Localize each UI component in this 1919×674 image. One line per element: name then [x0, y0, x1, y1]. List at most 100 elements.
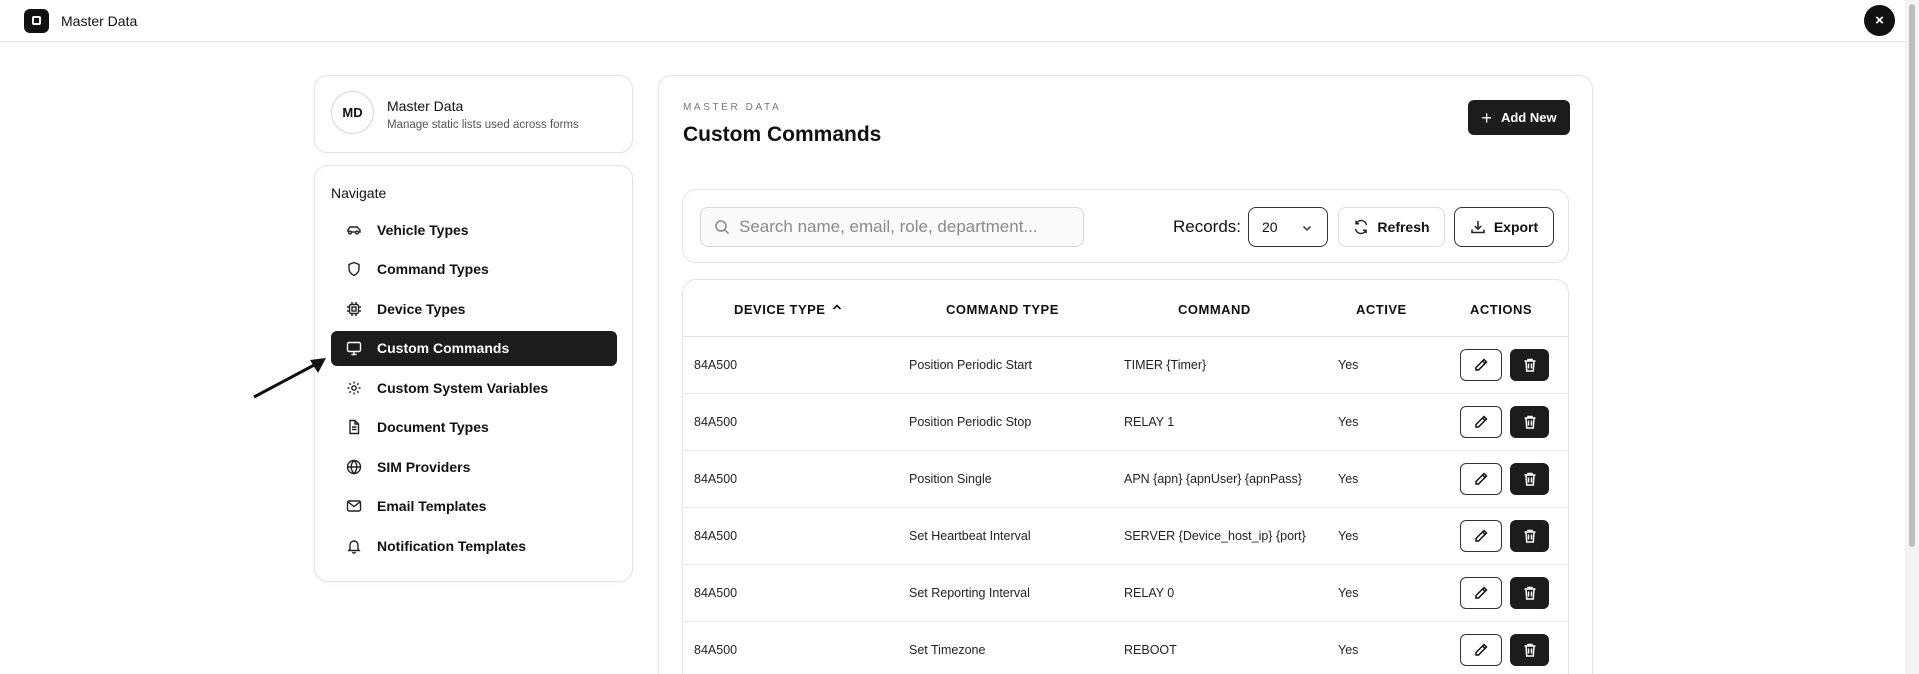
edit-button[interactable] — [1460, 349, 1502, 381]
profile-card: MD Master Data Manage static lists used … — [314, 75, 633, 153]
table-row: 84A500 Position Periodic Stop RELAY 1 Ye… — [683, 394, 1568, 451]
pencil-icon — [1475, 472, 1488, 485]
nav-card: Navigate Vehicle Types Command Types Dev… — [314, 165, 633, 582]
pencil-icon — [1475, 358, 1488, 371]
cell-command: TIMER {Timer} — [1124, 358, 1207, 372]
edit-button[interactable] — [1460, 634, 1502, 666]
nav-list: Vehicle Types Command Types Device Types… — [331, 212, 617, 568]
cell-command-type: Position Periodic Start — [909, 358, 1032, 372]
page-title: Custom Commands — [683, 123, 882, 146]
cell-command: REBOOT — [1124, 643, 1177, 657]
main-panel: MASTER DATA Custom Commands + Add New Re… — [658, 75, 1593, 674]
download-icon — [1471, 221, 1485, 234]
trash-icon — [1524, 472, 1535, 486]
header-device-type[interactable]: DEVICE TYPE — [734, 302, 825, 317]
toolbar: Records: 20 Refresh Export — [682, 189, 1569, 263]
nav-item-custom-system-variables[interactable]: Custom System Variables — [331, 370, 617, 405]
chip-icon — [346, 301, 362, 317]
sort-ascending-icon[interactable] — [831, 301, 843, 313]
monitor-icon — [346, 340, 362, 356]
profile-description: Manage static lists used across forms — [387, 119, 579, 131]
cell-active: Yes — [1338, 472, 1359, 486]
nav-item-label: SIM Providers — [377, 458, 471, 475]
nav-item-label: Custom System Variables — [377, 379, 549, 396]
commands-table: DEVICE TYPE COMMAND TYPE COMMAND ACTIVE … — [682, 279, 1569, 674]
header-actions: ACTIONS — [1470, 302, 1532, 317]
cell-active: Yes — [1338, 415, 1359, 429]
gear-icon — [346, 380, 362, 396]
header-command: COMMAND — [1178, 302, 1251, 317]
table-row: 84A500 Set Heartbeat Interval SERVER {De… — [683, 508, 1568, 565]
delete-button[interactable] — [1510, 577, 1549, 609]
cell-command-type: Position Single — [909, 472, 992, 486]
pencil-icon — [1475, 643, 1488, 656]
cell-device-type: 84A500 — [694, 586, 738, 600]
edit-button[interactable] — [1460, 577, 1502, 609]
cell-command-type: Set Heartbeat Interval — [909, 529, 1031, 543]
cell-command-type: Set Reporting Interval — [909, 586, 1030, 600]
mail-icon — [346, 498, 362, 514]
cell-device-type: 84A500 — [694, 472, 738, 486]
delete-button[interactable] — [1510, 634, 1549, 666]
records-value: 20 — [1262, 219, 1278, 235]
export-label: Export — [1493, 219, 1539, 235]
nav-item-command-types[interactable]: Command Types — [331, 252, 617, 287]
cell-command-type: Set Timezone — [909, 643, 986, 657]
nav-item-sim-providers[interactable]: SIM Providers — [331, 449, 617, 484]
search-box[interactable] — [700, 207, 1084, 247]
delete-button[interactable] — [1510, 520, 1549, 552]
pencil-icon — [1475, 415, 1488, 428]
cell-command: RELAY 0 — [1124, 586, 1175, 600]
nav-item-email-templates[interactable]: Email Templates — [331, 489, 617, 524]
nav-item-custom-commands[interactable]: Custom Commands — [331, 330, 617, 366]
nav-item-document-types[interactable]: Document Types — [331, 410, 617, 445]
table-header: DEVICE TYPE COMMAND TYPE COMMAND ACTIVE … — [683, 280, 1568, 337]
table-row: 84A500 Position Single APN {apn} {apnUse… — [683, 451, 1568, 508]
cell-active: Yes — [1338, 529, 1359, 543]
car-icon — [346, 222, 362, 238]
refresh-icon — [1355, 219, 1368, 235]
records-select[interactable]: 20 — [1248, 207, 1328, 247]
nav-item-label: Custom Commands — [377, 340, 510, 356]
add-new-button[interactable]: + Add New — [1468, 100, 1570, 135]
refresh-label: Refresh — [1377, 219, 1430, 235]
refresh-button[interactable]: Refresh — [1338, 207, 1445, 247]
annotation-arrow-icon — [253, 358, 326, 399]
top-bar: Master Data × — [0, 0, 1905, 42]
shield-icon — [346, 261, 362, 277]
nav-item-device-types[interactable]: Device Types — [331, 291, 617, 326]
scrollbar-thumb[interactable] — [1909, 4, 1915, 547]
delete-button[interactable] — [1510, 463, 1549, 495]
cell-active: Yes — [1338, 586, 1359, 600]
close-button[interactable]: × — [1864, 5, 1895, 36]
cell-device-type: 84A500 — [694, 643, 738, 657]
table-row: 84A500 Set Reporting Interval RELAY 0 Ye… — [683, 565, 1568, 622]
trash-icon — [1524, 415, 1535, 429]
edit-button[interactable] — [1460, 463, 1502, 495]
cell-device-type: 84A500 — [694, 358, 738, 372]
cell-command-type: Position Periodic Stop — [909, 415, 1032, 429]
add-new-label: Add New — [1500, 110, 1557, 125]
cell-command: APN {apn} {apnUser} {apnPass} — [1124, 472, 1302, 486]
plus-icon: + — [1481, 107, 1492, 128]
document-icon — [346, 419, 362, 435]
nav-item-label: Document Types — [377, 419, 489, 435]
table-row: 84A500 Set Timezone REBOOT Yes — [683, 622, 1568, 674]
cell-device-type: 84A500 — [694, 529, 738, 543]
records-label: Records: — [1173, 217, 1242, 236]
header-active: ACTIVE — [1356, 302, 1407, 317]
delete-button[interactable] — [1510, 406, 1549, 438]
edit-button[interactable] — [1460, 406, 1502, 438]
trash-icon — [1524, 529, 1535, 543]
nav-item-label: Device Types — [377, 300, 466, 317]
export-button[interactable]: Export — [1454, 207, 1554, 247]
trash-icon — [1524, 586, 1535, 600]
delete-button[interactable] — [1510, 349, 1549, 381]
app-title: Master Data — [61, 13, 138, 29]
nav-item-vehicle-types[interactable]: Vehicle Types — [331, 212, 617, 247]
edit-button[interactable] — [1460, 520, 1502, 552]
eyebrow-label: MASTER DATA — [683, 102, 782, 113]
table-row: 84A500 Position Periodic Start TIMER {Ti… — [683, 337, 1568, 394]
search-input[interactable] — [739, 208, 1079, 246]
nav-item-notification-templates[interactable]: Notification Templates — [331, 528, 617, 563]
